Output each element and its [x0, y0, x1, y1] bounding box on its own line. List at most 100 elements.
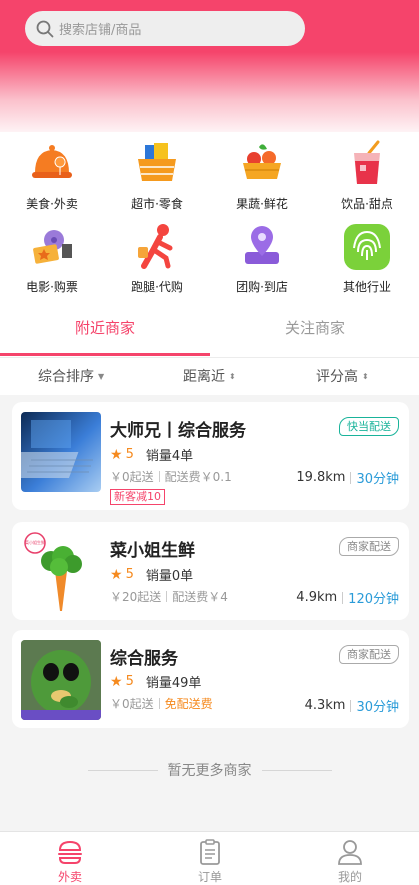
search-bar[interactable]: 搜索店铺/商品: [25, 11, 305, 46]
delivery-fee: 配送费￥4: [172, 590, 228, 604]
delivery-badge: 商家配送: [339, 645, 399, 664]
bottom-nav: 外卖 订单 我的: [0, 831, 419, 885]
no-more-stores: 暂无更多商家: [0, 760, 419, 780]
category-label: 电影·购票: [26, 280, 78, 294]
tab-followed[interactable]: 关注商家: [210, 307, 419, 357]
store-sales: 销量0单: [145, 569, 194, 584]
distance-row: 19.8km 30分钟: [296, 468, 399, 487]
sort-rating[interactable]: 评分高 ⬍: [316, 358, 369, 396]
store-tabs: 附近商家 关注商家: [0, 307, 419, 357]
category-label: 果蔬·鲜花: [236, 197, 288, 211]
divider: [158, 698, 160, 709]
category-drinks[interactable]: 饮品·甜点: [315, 137, 419, 217]
clipboard-icon: [200, 839, 220, 865]
store-distance: 4.3km: [304, 698, 346, 713]
category-label: 超市·零食: [131, 197, 183, 211]
sort-label: 评分高: [316, 369, 358, 385]
location-pin-icon: [235, 220, 289, 274]
search-icon: [36, 20, 54, 37]
delivery-badge: 商家配送: [339, 537, 399, 556]
sort-arrows-icon: ⬍: [229, 372, 236, 381]
category-label: 团购·到店: [236, 280, 288, 294]
star-icon: ★: [110, 673, 123, 690]
food-cloche-icon: [25, 137, 79, 191]
no-more-text: 暂无更多商家: [167, 763, 252, 779]
fee-row: ￥0起送 免配送费: [110, 695, 213, 712]
store-distance: 4.9km: [296, 590, 338, 605]
min-order: ￥20起送: [110, 590, 162, 604]
fruit-basket-icon: [235, 137, 289, 191]
sort-comprehensive[interactable]: 综合排序 ▼: [38, 358, 104, 396]
store-sales: 销量4单: [145, 449, 194, 464]
category-fruit[interactable]: 果蔬·鲜花: [210, 137, 314, 217]
category-groupbuy[interactable]: 团购·到店: [210, 220, 314, 300]
sort-bar: 综合排序 ▼ 距离近 ⬍ 评分高 ⬍: [0, 357, 419, 395]
category-label: 其他行业: [342, 280, 391, 294]
category-grid: 美食·外卖 超市·零食 果蔬·鲜花 饮品·甜点 电影·购票 跑腿·代购 团购·到…: [0, 132, 419, 307]
tab-underline: [0, 353, 210, 356]
category-other[interactable]: 其他行业: [315, 220, 419, 300]
fingerprint-icon: [340, 220, 394, 274]
store-thumbnail: [21, 412, 101, 492]
search-placeholder: 搜索店铺/商品: [59, 23, 142, 38]
fee-row: ￥20起送 配送费￥4: [110, 588, 228, 605]
distance-row: 4.3km 30分钟: [305, 696, 399, 715]
min-order: ￥0起送: [110, 470, 154, 484]
divider: [342, 591, 344, 604]
divider: [166, 591, 168, 602]
store-thumbnail: 菜小姐生鲜: [21, 531, 101, 611]
store-name: 大师兄丨综合服务: [110, 421, 246, 441]
store-rating: 5: [125, 674, 134, 689]
nav-orders[interactable]: 订单: [170, 838, 250, 885]
category-errand[interactable]: 跑腿·代购: [105, 220, 209, 300]
divider: [350, 699, 352, 712]
min-order: ￥0起送: [110, 697, 154, 711]
rating-row: ★ 5 销量49单: [110, 672, 202, 692]
nav-label: 外卖: [57, 870, 82, 884]
sort-distance[interactable]: 距离近 ⬍: [183, 358, 236, 396]
store-thumbnail: [21, 640, 101, 720]
nav-label: 订单: [197, 870, 222, 884]
delivery-time: 120分钟: [348, 592, 399, 607]
store-sales: 销量49单: [145, 676, 202, 691]
store-rating: 5: [125, 567, 134, 582]
drink-cup-icon: [340, 137, 394, 191]
store-logo-text: 菜小姐生鲜: [25, 540, 45, 545]
nav-takeout[interactable]: 外卖: [30, 838, 110, 885]
delivery-time: 30分钟: [356, 700, 399, 715]
star-icon: ★: [110, 566, 123, 583]
promo-tag: 新客减10: [110, 489, 165, 505]
divider: [158, 471, 160, 482]
movie-ticket-icon: [25, 220, 79, 274]
category-movie[interactable]: 电影·购票: [0, 220, 104, 300]
store-card[interactable]: 大师兄丨综合服务 快当配送 ★ 5 销量4单 ￥0起送 配送费￥0.1 19.8…: [12, 402, 409, 510]
category-food[interactable]: 美食·外卖: [0, 137, 104, 217]
delivery-fee: 免配送费: [164, 697, 213, 711]
store-name: 菜小姐生鲜: [110, 541, 195, 561]
sort-label: 距离近: [183, 369, 225, 385]
fee-row: ￥0起送 配送费￥0.1: [110, 468, 232, 485]
rating-row: ★ 5 销量0单: [110, 565, 194, 585]
distance-row: 4.9km 120分钟: [296, 588, 399, 607]
store-rating: 5: [125, 447, 134, 462]
divider-line: [261, 769, 332, 771]
sort-arrows-icon: ⬍: [362, 372, 369, 381]
nav-mine[interactable]: 我的: [310, 838, 390, 885]
delivery-badge: 快当配送: [339, 417, 399, 436]
runner-icon: [130, 220, 184, 274]
supermarket-basket-icon: [130, 137, 184, 191]
tab-nearby[interactable]: 附近商家: [0, 307, 210, 357]
store-card[interactable]: 综合服务 商家配送 ★ 5 销量49单 ￥0起送 免配送费 4.3km 30分钟: [12, 630, 409, 728]
category-supermarket[interactable]: 超市·零食: [105, 137, 209, 217]
category-label: 美食·外卖: [26, 197, 78, 211]
category-label: 饮品·甜点: [341, 197, 393, 211]
caret-down-icon: ▼: [98, 372, 105, 381]
sort-label: 综合排序: [38, 369, 94, 385]
delivery-time: 30分钟: [356, 472, 399, 487]
category-label: 跑腿·代购: [131, 280, 183, 294]
user-icon: [338, 840, 362, 865]
store-card[interactable]: 菜小姐生鲜 菜小姐生鲜 商家配送 ★ 5 销量0单 ￥20起送 配送费￥4 4.…: [12, 522, 409, 620]
store-distance: 19.8km: [296, 470, 346, 485]
rating-row: ★ 5 销量4单: [110, 445, 194, 465]
nav-label: 我的: [337, 870, 362, 884]
